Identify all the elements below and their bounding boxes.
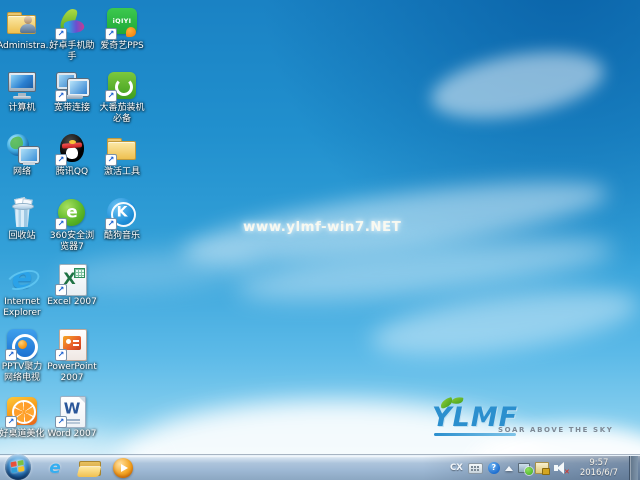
desktop-icon-kugou-music[interactable]: K↗酷狗音乐 bbox=[97, 196, 147, 242]
help-icon[interactable]: ? bbox=[488, 462, 500, 474]
network-status-icon[interactable] bbox=[518, 463, 530, 473]
desktop-icon-iqiyi-pps[interactable]: iQIYI↗爱奇艺PPS bbox=[97, 6, 147, 52]
shortcut-arrow-icon: ↗ bbox=[55, 28, 67, 40]
clock[interactable]: 9:57 2016/6/7 bbox=[575, 458, 623, 478]
globe-computer-icon bbox=[5, 132, 39, 166]
ppt-icon: ↗ bbox=[55, 327, 89, 361]
desktop-icon-label: 大番茄装机必备 bbox=[97, 103, 147, 125]
desktop-icon-haozhuo-phone-assistant[interactable]: ↗好卓手机助手 bbox=[47, 6, 97, 63]
desktop-icon-administrator-folder[interactable]: Administra... bbox=[0, 6, 47, 52]
desktop-icon-powerpoint-2007[interactable]: ↗PowerPoint 2007 bbox=[47, 327, 97, 384]
shortcut-arrow-icon: ↗ bbox=[5, 349, 17, 361]
desktop-icon-label: PowerPoint 2007 bbox=[47, 362, 97, 384]
desktop-icon-word-2007[interactable]: W↗Word 2007 bbox=[47, 394, 97, 440]
swoosh-icon: ↗ bbox=[55, 6, 89, 40]
shortcut-arrow-icon: ↗ bbox=[55, 416, 67, 428]
desktop-icon-internet-explorer[interactable]: eInternet Explorer bbox=[0, 262, 47, 319]
desktop-icon-tencent-qq[interactable]: ↗腾讯QQ bbox=[47, 132, 97, 178]
shortcut-arrow-icon: ↗ bbox=[105, 218, 117, 230]
desktop-icon-label: 激活工具 bbox=[97, 167, 147, 178]
recycle-icon bbox=[5, 196, 39, 230]
shortcut-arrow-icon: ↗ bbox=[55, 349, 67, 361]
desktop-icon-label: 酷狗音乐 bbox=[97, 231, 147, 242]
start-button[interactable] bbox=[5, 454, 31, 480]
system-tray: CX ? ✕ 9:57 2016/6/7 bbox=[450, 456, 640, 480]
desktop-icon-label: 好卓手机助手 bbox=[47, 41, 97, 63]
ylmf-logo: YLMF SOAR ABOVE THE SKY bbox=[432, 404, 622, 449]
browser360-icon: e↗ bbox=[55, 196, 89, 230]
desktop-icon-excel-2007[interactable]: X↗Excel 2007 bbox=[47, 262, 97, 308]
desktop-icon-network[interactable]: 网络 bbox=[0, 132, 47, 178]
shortcut-arrow-icon: ↗ bbox=[55, 218, 67, 230]
word-icon: W↗ bbox=[55, 394, 89, 428]
qq-icon: ↗ bbox=[55, 132, 89, 166]
keyboard-icon[interactable] bbox=[468, 463, 483, 474]
taskbar-media-player-button[interactable] bbox=[106, 456, 140, 480]
shortcut-arrow-icon: ↗ bbox=[55, 154, 67, 166]
media-player-icon bbox=[113, 458, 133, 478]
clock-time: 9:57 bbox=[580, 458, 618, 468]
desktop-icon-label: 腾讯QQ bbox=[47, 167, 97, 178]
desktop-icon-computer[interactable]: 计算机 bbox=[0, 68, 47, 114]
desktop-icon-label: 好桌道美化 bbox=[0, 429, 47, 440]
desktop-icon-label: 回收站 bbox=[0, 231, 47, 242]
orange-icon: ↗ bbox=[5, 394, 39, 428]
taskbar: e CX ? ✕ 9:57 2016/6/7 bbox=[0, 455, 640, 480]
desktop-icon-broadband-connection[interactable]: ↗宽带连接 bbox=[47, 68, 97, 114]
desktop-icon-label: 360安全浏览器7 bbox=[47, 231, 97, 253]
excel-icon: X↗ bbox=[55, 262, 89, 296]
folder-icon: ↗ bbox=[105, 132, 139, 166]
clock-date: 2016/6/7 bbox=[580, 468, 618, 478]
desktop-icon-pptv-network-tv[interactable]: ↗PPTV聚力 网络电视 bbox=[0, 327, 47, 384]
shortcut-arrow-icon: ↗ bbox=[105, 90, 117, 102]
desktop-icon-label: 计算机 bbox=[0, 103, 47, 114]
desktop-icon-haozhuodao-beautify[interactable]: ↗好桌道美化 bbox=[0, 394, 47, 440]
shortcut-arrow-icon: ↗ bbox=[105, 28, 117, 40]
taskbar-internet-explorer-button[interactable]: e bbox=[38, 456, 72, 480]
iqiyi-icon: iQIYI↗ bbox=[105, 6, 139, 40]
show-hidden-icons-button[interactable] bbox=[505, 466, 513, 471]
language-indicator[interactable]: CX bbox=[450, 463, 463, 473]
desktop-icon-label: Internet Explorer bbox=[0, 297, 47, 319]
bag-icon: ↗ bbox=[105, 68, 139, 102]
shortcut-arrow-icon: ↗ bbox=[5, 416, 17, 428]
shortcut-arrow-icon: ↗ bbox=[55, 284, 67, 296]
network-computers-icon: ↗ bbox=[55, 68, 89, 102]
windows-logo-icon bbox=[10, 460, 25, 474]
taskbar-windows-explorer-button[interactable] bbox=[72, 456, 106, 480]
desktop-icon-label: Excel 2007 bbox=[47, 297, 97, 308]
kugou-icon: K↗ bbox=[105, 196, 139, 230]
desktop-icon-360-safe-browser-7[interactable]: e↗360安全浏览器7 bbox=[47, 196, 97, 253]
cloud bbox=[426, 40, 609, 129]
desktop-icon-recycle-bin[interactable]: 回收站 bbox=[0, 196, 47, 242]
shortcut-arrow-icon: ↗ bbox=[55, 90, 67, 102]
mute-x-icon: ✕ bbox=[564, 469, 570, 476]
desktop-icon-label: 宽带连接 bbox=[47, 103, 97, 114]
desktop: www.ylmf-win7.NET Administra...↗好卓手机助手iQ… bbox=[0, 0, 640, 480]
security-icon[interactable] bbox=[535, 462, 549, 474]
folder-user-icon bbox=[5, 6, 39, 40]
desktop-icon-label: 网络 bbox=[0, 167, 47, 178]
internet-explorer-icon: e bbox=[49, 458, 61, 478]
watermark: www.ylmf-win7.NET bbox=[243, 219, 401, 235]
computer-icon bbox=[5, 68, 39, 102]
shortcut-arrow-icon: ↗ bbox=[105, 154, 117, 166]
folder-icon bbox=[78, 459, 100, 477]
pptv-icon: ↗ bbox=[5, 327, 39, 361]
desktop-icon-label: 爱奇艺PPS bbox=[97, 41, 147, 52]
desktop-icon-label: Word 2007 bbox=[47, 429, 97, 440]
desktop-icon-activation-tools[interactable]: ↗激活工具 bbox=[97, 132, 147, 178]
ie-icon: e bbox=[5, 262, 39, 296]
show-desktop-button[interactable] bbox=[629, 456, 638, 480]
desktop-icon-label: Administra... bbox=[0, 41, 47, 52]
logo-slogan: SOAR ABOVE THE SKY bbox=[498, 426, 613, 434]
desktop-icon-label: PPTV聚力 网络电视 bbox=[0, 362, 47, 384]
volume-muted-icon[interactable]: ✕ bbox=[554, 462, 570, 474]
desktop-icon-big-tomato-essentials[interactable]: ↗大番茄装机必备 bbox=[97, 68, 147, 125]
